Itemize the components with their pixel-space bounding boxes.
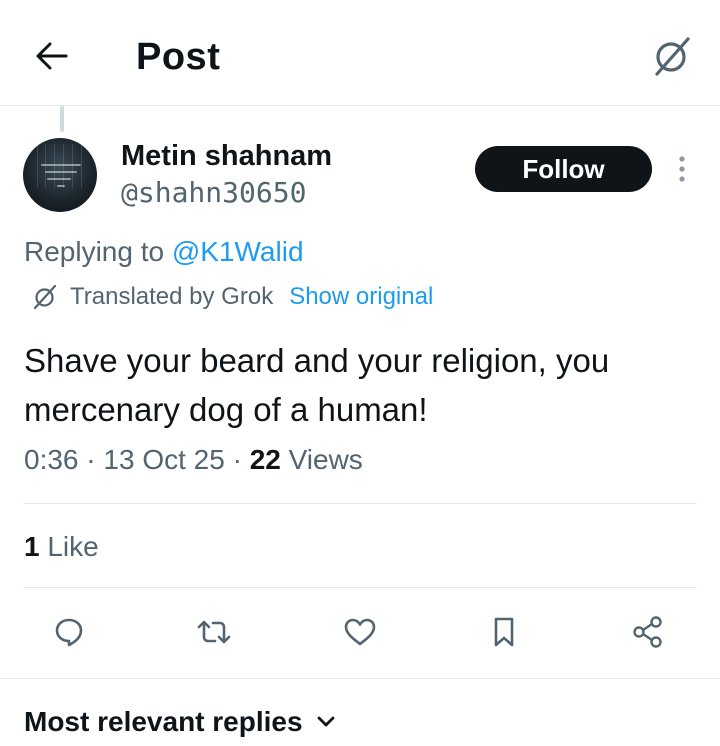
thread-connector [60,106,64,132]
reply-button[interactable] [45,608,93,656]
chevron-down-icon [317,716,334,727]
grok-icon [655,37,690,76]
reply-icon [55,618,83,647]
page-title: Post [136,36,221,78]
post-text: Shave your beard and your religion, you … [24,342,610,428]
divider [0,678,720,679]
translated-label: Translated by Grok [70,283,274,310]
divider [23,503,697,504]
arrow-left-icon [36,42,68,70]
translation-info: Translated by Grok Show original [32,283,433,311]
top-bar: Post [0,0,720,106]
post-meta: 0:36 · 13 Oct 25 · 22 Views [24,444,363,475]
like-icon [344,618,376,646]
like-button[interactable] [336,608,384,656]
replying-to: Replying to @K1Walid [24,236,304,268]
views-count: 22 [249,444,281,475]
show-original-link[interactable]: Show original [289,283,433,311]
post-time: 0:36 [24,444,79,475]
author-handle[interactable]: @shahn30650 [121,176,306,209]
bookmark-button[interactable] [480,608,528,656]
likes-label: Like [47,531,99,562]
replies-sort-dropdown[interactable]: Most relevant replies [24,706,335,738]
author-name[interactable]: Metin shahnam [121,140,332,173]
divider [23,587,697,588]
back-button[interactable] [30,34,74,78]
bookmark-icon [494,617,514,647]
repost-icon [197,620,231,644]
grok-icon [32,283,60,311]
share-icon [633,616,662,648]
more-options-button[interactable] [668,152,696,186]
replying-prefix: Replying to [24,236,165,267]
sort-label: Most relevant replies [24,706,303,737]
views-label: Views [288,444,363,475]
more-vertical-icon [679,156,685,182]
repost-button[interactable] [190,608,238,656]
likes-stat[interactable]: 1 Like [24,531,99,563]
follow-button[interactable]: Follow [475,146,652,192]
replying-handle-link[interactable]: @K1Walid [172,236,304,267]
avatar[interactable] [23,138,97,212]
post-date: 13 Oct 25 [103,444,225,475]
share-button[interactable] [624,608,672,656]
grok-button[interactable] [648,32,696,80]
likes-count: 1 [24,531,40,562]
